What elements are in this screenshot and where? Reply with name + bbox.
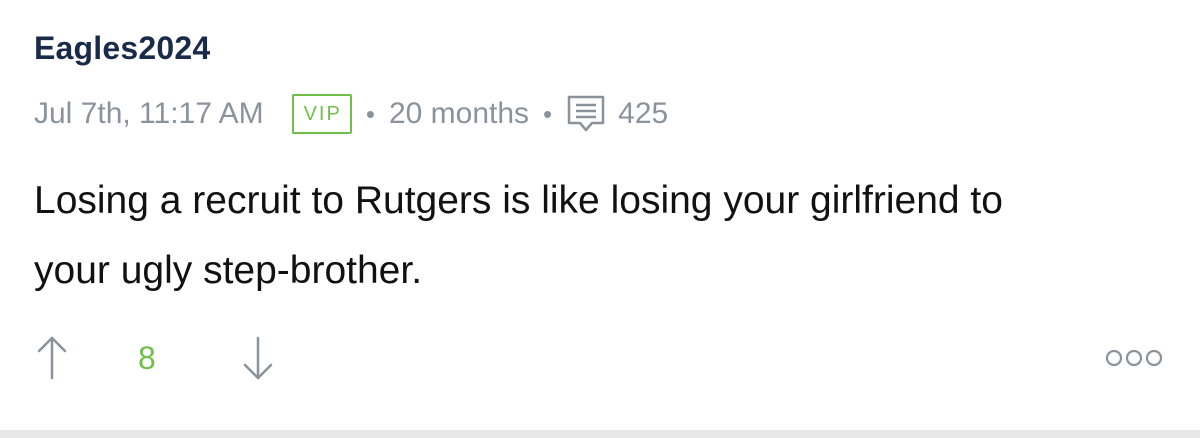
arrow-down-icon: [243, 336, 273, 380]
comment-icon: [566, 94, 606, 134]
more-options-icon: [1105, 349, 1163, 367]
meta-separator: •: [543, 98, 553, 129]
meta-separator: •: [365, 98, 375, 129]
upvote-button[interactable]: [34, 334, 70, 382]
more-options-button[interactable]: [1104, 348, 1164, 368]
forum-post: Eagles2024 Jul 7th, 11:17 AM VIP • 20 mo…: [0, 0, 1200, 438]
post-divider: [0, 430, 1200, 438]
vip-badge: VIP: [291, 94, 352, 134]
downvote-button[interactable]: [240, 334, 276, 382]
post-username[interactable]: Eagles2024: [34, 30, 210, 67]
post-meta: Jul 7th, 11:17 AM VIP • 20 months • 425: [34, 92, 668, 136]
vote-count: 8: [138, 340, 156, 376]
post-body: Losing a recruit to Rutgers is like losi…: [34, 179, 1003, 292]
member-tenure: 20 months: [388, 97, 530, 130]
comment-count: 425: [618, 97, 669, 130]
post-timestamp: Jul 7th, 11:17 AM: [34, 97, 264, 130]
arrow-up-icon: [37, 336, 67, 380]
post-actions: 8: [0, 330, 1200, 386]
